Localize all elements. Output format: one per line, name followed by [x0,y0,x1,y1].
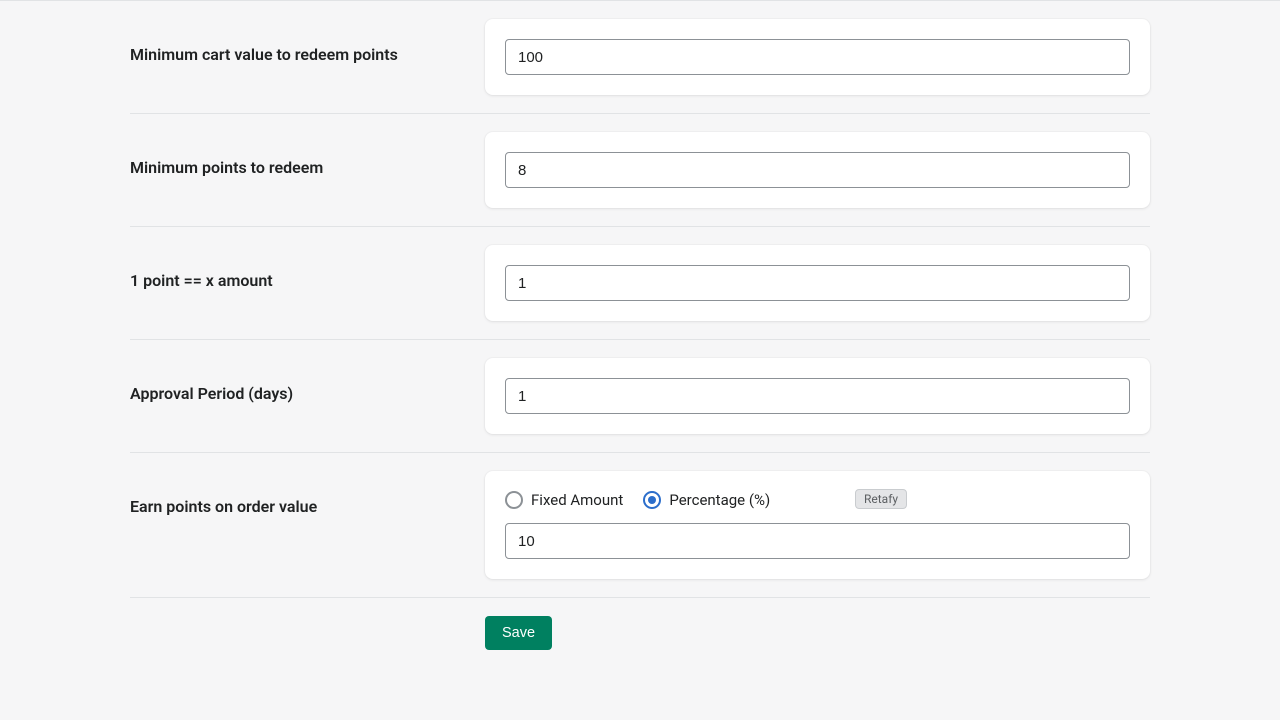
radio-label-percentage: Percentage (%) [669,491,770,509]
input-earn-value[interactable] [505,523,1130,559]
input-point-amount[interactable] [505,265,1130,301]
label-min-cart-value: Minimum cart value to redeem points [130,45,485,64]
input-approval-period[interactable] [505,378,1130,414]
label-point-amount: 1 point == x amount [130,271,485,290]
radio-icon [505,491,523,509]
row-min-points: Minimum points to redeem [130,114,1150,227]
badge-retafy: Retafy [855,489,907,509]
row-earn-points: Earn points on order value Fixed Amount … [130,453,1150,598]
radio-label-fixed: Fixed Amount [531,491,623,509]
row-point-amount: 1 point == x amount [130,227,1150,340]
label-min-points: Minimum points to redeem [130,158,485,177]
save-button[interactable]: Save [485,616,552,650]
radio-fixed-amount[interactable]: Fixed Amount [505,491,623,509]
input-min-cart-value[interactable] [505,39,1130,75]
label-earn-points: Earn points on order value [130,497,485,516]
radio-percentage[interactable]: Percentage (%) [643,491,770,509]
input-min-points[interactable] [505,152,1130,188]
row-approval-period: Approval Period (days) [130,340,1150,453]
label-approval-period: Approval Period (days) [130,384,485,403]
radio-icon [643,491,661,509]
row-min-cart-value: Minimum cart value to redeem points [130,1,1150,114]
